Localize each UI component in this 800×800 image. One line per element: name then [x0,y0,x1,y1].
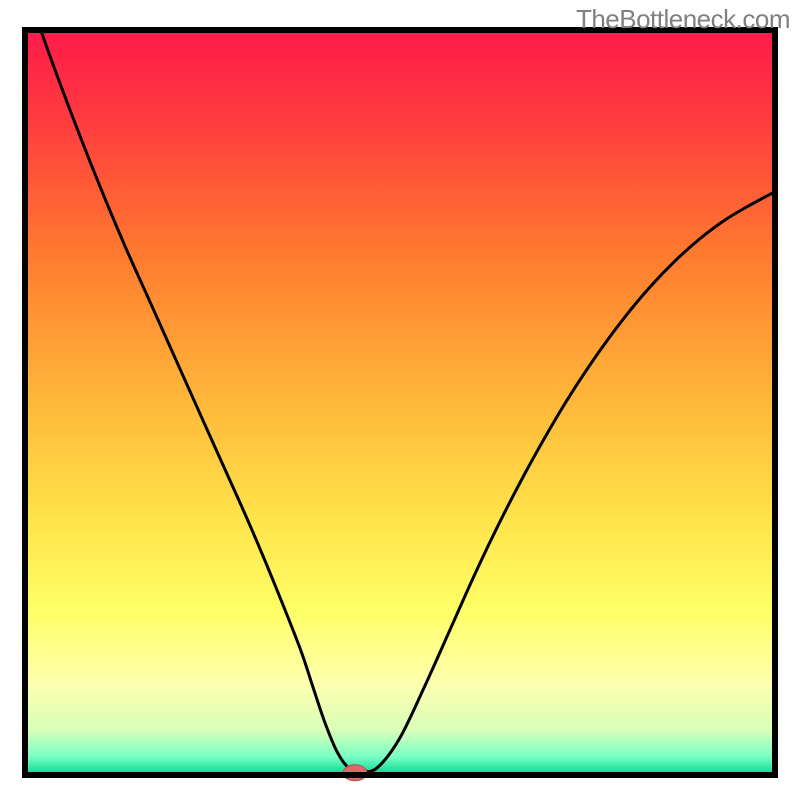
plot-background [25,30,775,775]
chart-container: TheBottleneck.com [0,0,800,800]
watermark-text: TheBottleneck.com [576,4,790,35]
bottleneck-chart [0,0,800,800]
